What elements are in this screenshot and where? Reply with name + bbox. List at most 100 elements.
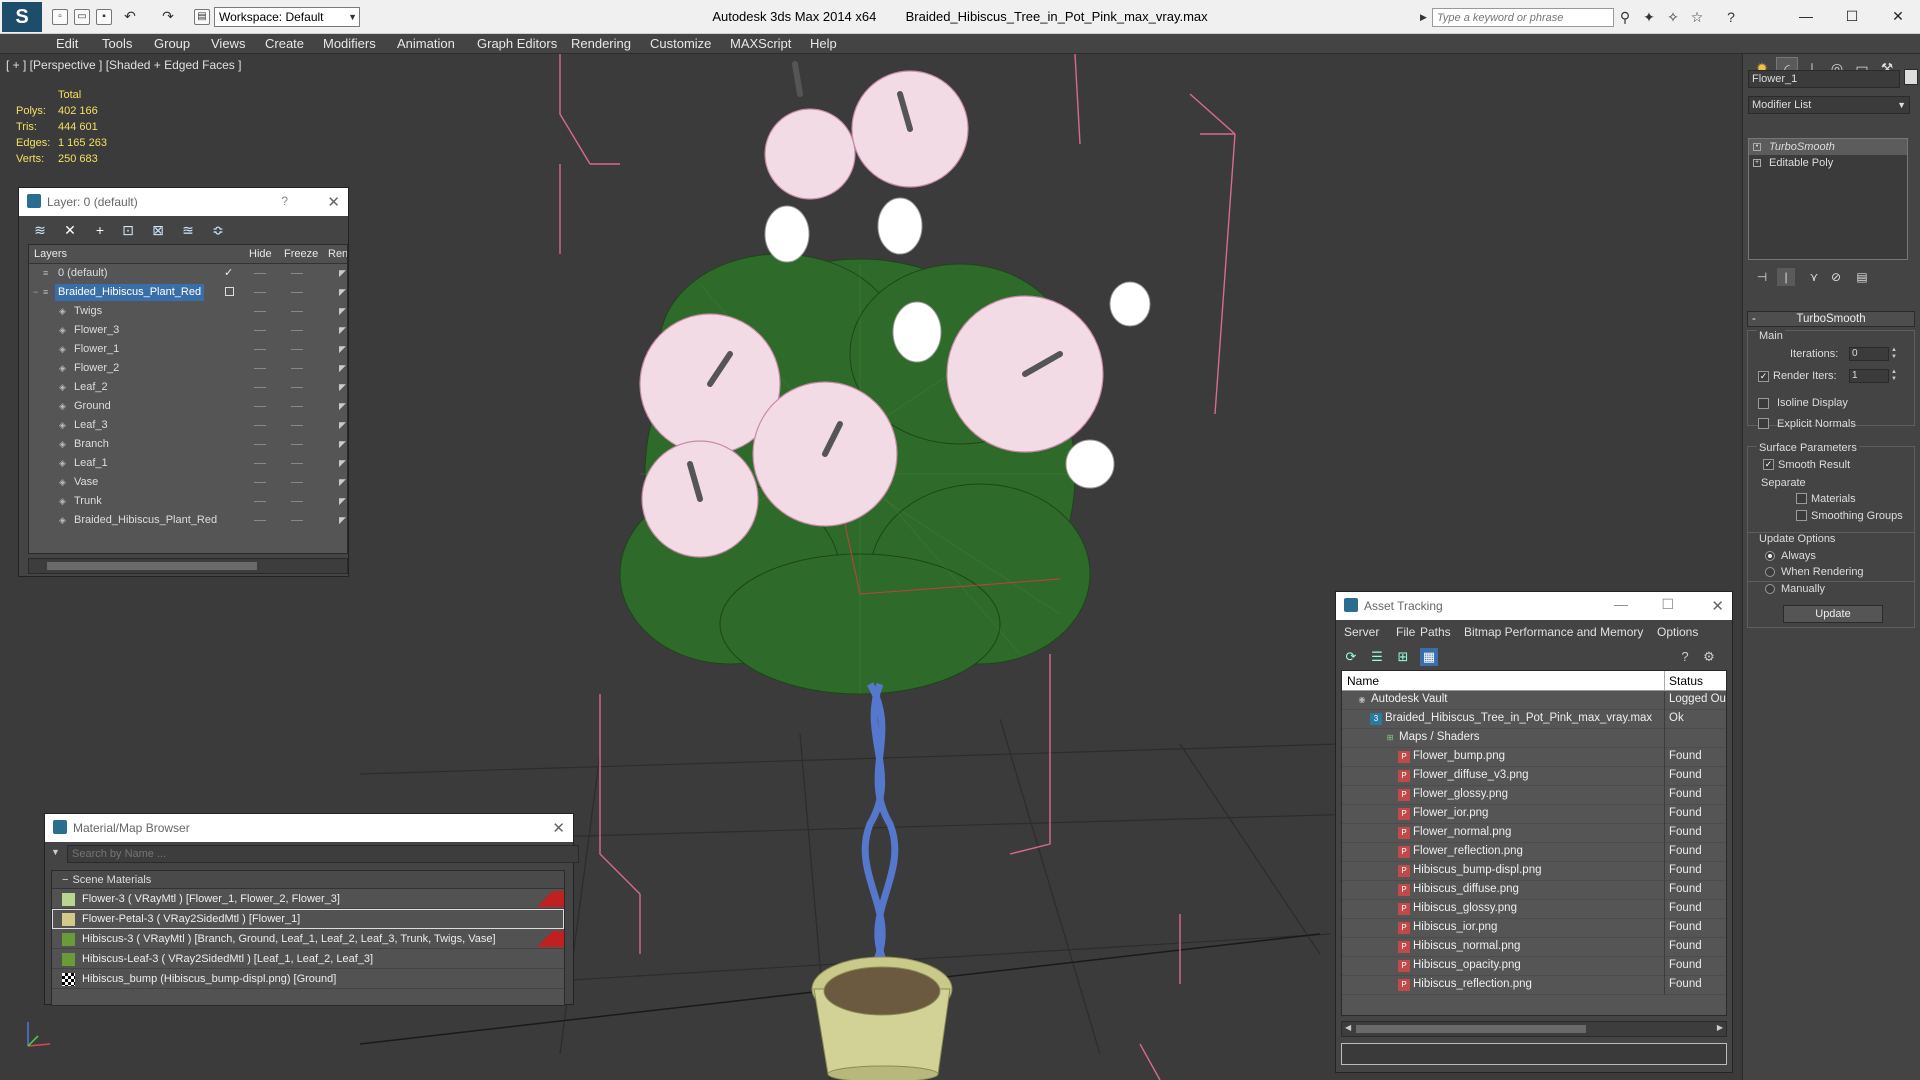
update-always-radio[interactable] bbox=[1765, 551, 1775, 561]
freeze-toggle[interactable] bbox=[291, 292, 303, 293]
asset-tracking-titlebar[interactable]: Asset Tracking — ☐ ✕ bbox=[1336, 592, 1732, 620]
make-unique-icon[interactable]: ⋎ bbox=[1805, 268, 1823, 286]
refresh-icon[interactable]: ⟳ bbox=[1342, 648, 1360, 666]
layer-row[interactable]: ◈ Twigs ◤ bbox=[29, 302, 347, 321]
binoculars-icon[interactable]: ⚲ bbox=[1616, 9, 1634, 25]
scrollbar-thumb[interactable] bbox=[47, 562, 257, 570]
tree-view-icon[interactable]: ⊞ bbox=[1394, 648, 1412, 666]
asset-menu-options[interactable]: Options bbox=[1657, 625, 1698, 639]
open-file-icon[interactable]: ▭ bbox=[74, 9, 90, 25]
modifier-editable-poly[interactable]: + Editable Poly bbox=[1749, 155, 1907, 171]
modifier-list-dropdown[interactable]: Modifier List ▼ bbox=[1748, 96, 1910, 114]
table-view-icon[interactable]: ▦ bbox=[1420, 648, 1438, 666]
show-end-result-icon[interactable]: | bbox=[1777, 268, 1795, 286]
column-separator[interactable] bbox=[1664, 671, 1665, 691]
set-active-layer-box[interactable] bbox=[225, 287, 234, 296]
smooth-result-checkbox[interactable]: ✓ bbox=[1763, 459, 1774, 470]
lightbulb-icon[interactable]: • bbox=[1753, 143, 1761, 151]
minimize-icon[interactable]: — bbox=[1614, 596, 1628, 612]
hide-toggle[interactable] bbox=[254, 463, 266, 464]
communication-center-icon[interactable]: ✧ bbox=[1664, 9, 1682, 25]
menu-edit[interactable]: Edit bbox=[56, 36, 78, 51]
freeze-toggle[interactable] bbox=[291, 330, 303, 331]
create-layer-icon[interactable]: ≋ bbox=[31, 222, 49, 238]
turbosmooth-rollout-header[interactable]: - TurboSmooth bbox=[1747, 311, 1915, 327]
material-item[interactable]: Flower-Petal-3 ( VRay2SidedMtl ) [Flower… bbox=[52, 909, 564, 929]
menu-animation[interactable]: Animation bbox=[397, 36, 455, 51]
material-item[interactable]: Hibiscus_bump (Hibiscus_bump-displ.png) … bbox=[52, 969, 564, 989]
hide-toggle[interactable] bbox=[254, 273, 266, 274]
close-icon[interactable]: ✕ bbox=[327, 193, 340, 211]
freeze-all-icon[interactable]: ≎ bbox=[209, 222, 227, 238]
undo-icon[interactable]: ↶ bbox=[122, 9, 138, 25]
asset-row[interactable]: P Hibiscus_diffuse.png Found bbox=[1342, 881, 1726, 900]
update-when-rendering-radio[interactable] bbox=[1765, 567, 1775, 577]
asset-row[interactable]: P Hibiscus_reflection.png Found bbox=[1342, 976, 1726, 995]
layer-row[interactable]: ◈ Leaf_1 ◤ bbox=[29, 454, 347, 473]
material-group-header[interactable]: − Scene Materials bbox=[52, 871, 564, 889]
freeze-toggle[interactable] bbox=[291, 387, 303, 388]
hide-toggle[interactable] bbox=[254, 425, 266, 426]
asset-row[interactable]: P Flower_normal.png Found bbox=[1342, 824, 1726, 843]
asset-menu-file[interactable]: File bbox=[1396, 625, 1415, 639]
layer-row[interactable]: ≡ Braided_Hibiscus_Plant_Red ◤ − bbox=[29, 283, 347, 302]
freeze-toggle[interactable] bbox=[291, 463, 303, 464]
update-button[interactable]: Update bbox=[1783, 605, 1883, 623]
pin-stack-icon[interactable]: ⊣ bbox=[1753, 268, 1771, 286]
asset-row[interactable]: ◉ Autodesk Vault Logged Ou bbox=[1342, 691, 1726, 710]
asset-row[interactable]: P Hibiscus_bump-displ.png Found bbox=[1342, 862, 1726, 881]
asset-row[interactable]: P Flower_bump.png Found bbox=[1342, 748, 1726, 767]
remove-modifier-icon[interactable]: ⊘ bbox=[1827, 268, 1845, 286]
layer-row[interactable]: ◈ Branch ◤ bbox=[29, 435, 347, 454]
delete-layer-icon[interactable]: ✕ bbox=[61, 222, 79, 238]
hide-toggle[interactable] bbox=[254, 406, 266, 407]
freeze-toggle[interactable] bbox=[291, 406, 303, 407]
hide-toggle[interactable] bbox=[254, 292, 266, 293]
freeze-toggle[interactable] bbox=[291, 501, 303, 502]
spinner-arrows-icon[interactable]: ▲ ▼ bbox=[1891, 369, 1899, 383]
col-layers[interactable]: Layers bbox=[34, 248, 67, 260]
workspace-dropdown[interactable]: Workspace: Default ▼ bbox=[214, 7, 360, 27]
project-folder-icon[interactable]: ▤ bbox=[194, 9, 210, 25]
menu-customize[interactable]: Customize bbox=[650, 36, 711, 51]
expand-collapse-icon[interactable]: − bbox=[33, 287, 43, 297]
minimize-button[interactable]: — bbox=[1786, 4, 1826, 28]
render-toggle-icon[interactable]: ◤ bbox=[339, 287, 347, 297]
layer-row[interactable]: ◈ Ground ◤ bbox=[29, 397, 347, 416]
render-toggle-icon[interactable]: ◤ bbox=[339, 496, 347, 506]
keyword-search-input[interactable] bbox=[1432, 8, 1614, 27]
hide-toggle[interactable] bbox=[254, 444, 266, 445]
scroll-left-icon[interactable]: ◀ bbox=[1345, 1023, 1351, 1032]
layer-row[interactable]: ◈ Flower_2 ◤ bbox=[29, 359, 347, 378]
hide-toggle[interactable] bbox=[254, 482, 266, 483]
render-toggle-icon[interactable]: ◤ bbox=[339, 344, 347, 354]
close-icon[interactable]: ✕ bbox=[1711, 597, 1724, 615]
menu-group[interactable]: Group bbox=[154, 36, 190, 51]
asset-row[interactable]: P Flower_diffuse_v3.png Found bbox=[1342, 767, 1726, 786]
asset-row[interactable]: 3 Braided_Hibiscus_Tree_in_Pot_Pink_max_v… bbox=[1342, 710, 1726, 729]
close-icon[interactable]: ✕ bbox=[552, 819, 565, 837]
layer-row[interactable]: ◈ Flower_3 ◤ bbox=[29, 321, 347, 340]
hide-toggle[interactable] bbox=[254, 520, 266, 521]
layer-row[interactable]: ◈ Flower_1 ◤ bbox=[29, 340, 347, 359]
asset-row[interactable]: P Flower_reflection.png Found bbox=[1342, 843, 1726, 862]
save-file-icon[interactable]: ▪ bbox=[96, 9, 112, 25]
asset-menu-server[interactable]: Server bbox=[1344, 625, 1379, 639]
hide-toggle[interactable] bbox=[254, 311, 266, 312]
hide-toggle[interactable] bbox=[254, 330, 266, 331]
asset-row[interactable]: P Hibiscus_glossy.png Found bbox=[1342, 900, 1726, 919]
hide-toggle[interactable] bbox=[254, 368, 266, 369]
layer-row[interactable]: ◈ Leaf_3 ◤ bbox=[29, 416, 347, 435]
close-window-button[interactable]: ✕ bbox=[1878, 4, 1918, 28]
layer-horizontal-scrollbar[interactable] bbox=[28, 558, 348, 574]
col-name[interactable]: Name bbox=[1347, 674, 1379, 688]
layer-row[interactable]: ◈ Vase ◤ bbox=[29, 473, 347, 492]
freeze-toggle[interactable] bbox=[291, 425, 303, 426]
render-toggle-icon[interactable]: ◤ bbox=[339, 401, 347, 411]
render-toggle-icon[interactable]: ◤ bbox=[339, 439, 347, 449]
col-hide[interactable]: Hide bbox=[249, 248, 272, 260]
menu-tools[interactable]: Tools bbox=[102, 36, 132, 51]
app-menu-button[interactable]: S bbox=[2, 2, 42, 32]
render-iters-spinner[interactable]: 1 bbox=[1849, 369, 1889, 383]
object-color-swatch[interactable] bbox=[1904, 69, 1918, 85]
